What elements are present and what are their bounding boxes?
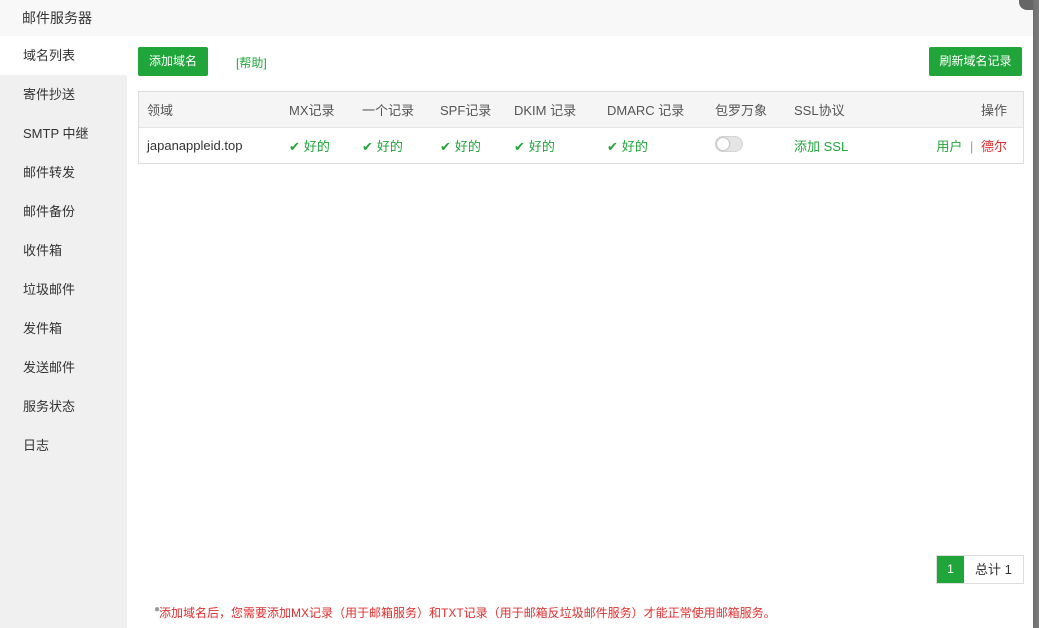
col-a: 一个记录 (362, 103, 415, 118)
mx-status: ✔ 好的 (289, 136, 362, 155)
row-actions: 用户 | 德尔 (894, 136, 1007, 155)
spf-status: ✔ 好的 (440, 136, 514, 155)
check-icon: ✔ (289, 139, 300, 154)
dmarc-status-text: 好的 (621, 139, 648, 154)
table-row: japanappleid.top ✔ 好的 ✔ 好的 ✔ 好的 ✔ 好的 ✔ 好的 添加 … (139, 128, 1023, 163)
col-domain: 领域 (147, 103, 174, 118)
sidebar-item-label: 邮件备份 (23, 204, 76, 219)
col-actions: 操作 (980, 103, 1007, 118)
sidebar-item-spam[interactable]: 垃圾邮件 (0, 270, 127, 309)
catchall-cell (715, 136, 794, 155)
total-count: 总计 1 (975, 562, 1012, 577)
sidebar: 域名列表 寄件抄送 SMTP 中继 邮件转发 邮件备份 收件箱 垃圾邮件 发件箱… (0, 36, 127, 628)
close-icon[interactable] (1019, 0, 1033, 10)
refresh-records-button[interactable]: 刷新域名记录 (929, 47, 1022, 76)
col-dmarc: DMARC 记录 (607, 103, 685, 118)
sidebar-item-cc[interactable]: 寄件抄送 (0, 75, 127, 114)
page-scrollbar[interactable] (1032, 0, 1039, 628)
dkim-status-text: 好的 (528, 139, 555, 154)
col-mx: MX记录 (289, 103, 335, 118)
user-link[interactable]: 用户 (936, 139, 962, 154)
mx-status-text: 好的 (303, 139, 330, 154)
sidebar-item-label: 日志 (23, 438, 50, 453)
check-icon: ✔ (440, 139, 451, 154)
help-note: ● 添加域名后，您需要添加MX记录（用于邮箱服务）和TXT记录（用于邮箱反垃圾邮… (154, 604, 776, 621)
sidebar-item-smtp-relay[interactable]: SMTP 中继 (0, 114, 127, 153)
domain-name: japanappleid.top (147, 138, 243, 153)
sidebar-item-label: 发送邮件 (23, 360, 76, 375)
modal-title: 邮件服务器 (22, 10, 92, 26)
sidebar-item-inbox[interactable]: 收件箱 (0, 231, 127, 270)
add-ssl-link[interactable]: 添加 SSL (794, 136, 894, 155)
a-status-text: 好的 (376, 139, 403, 154)
sidebar-item-label: 垃圾邮件 (23, 282, 76, 297)
mail-server-modal: 邮件服务器 域名列表 寄件抄送 SMTP 中继 邮件转发 邮件备份 收件箱 垃圾… (0, 0, 1033, 628)
sidebar-item-backup[interactable]: 邮件备份 (0, 192, 127, 231)
sidebar-item-label: 发件箱 (23, 321, 63, 336)
sidebar-item-forward[interactable]: 邮件转发 (0, 153, 127, 192)
help-note-text: 添加域名后，您需要添加MX记录（用于邮箱服务）和TXT记录（用于邮箱反垃圾邮件服… (159, 606, 776, 620)
action-separator: | (969, 139, 974, 154)
dmarc-status: ✔ 好的 (607, 136, 715, 155)
pagination: 1 总计 1 (936, 555, 1024, 584)
check-icon: ✔ (514, 139, 525, 154)
col-dkim: DKIM 记录 (514, 103, 577, 118)
add-domain-button[interactable]: 添加域名 (138, 47, 208, 76)
sidebar-item-label: 邮件转发 (23, 165, 76, 180)
sidebar-item-label: 寄件抄送 (23, 87, 76, 102)
page-number-button[interactable]: 1 (937, 556, 964, 583)
col-ssl: SSL协议 (794, 103, 845, 118)
sidebar-item-send-mail[interactable]: 发送邮件 (0, 348, 127, 387)
sidebar-item-label: 域名列表 (23, 48, 76, 63)
sidebar-item-outbox[interactable]: 发件箱 (0, 309, 127, 348)
sidebar-item-domain-list[interactable]: 域名列表 (0, 36, 127, 75)
delete-link[interactable]: 德尔 (981, 139, 1007, 154)
domain-table: 领域 MX记录 一个记录 SPF记录 DKIM 记录 DMARC 记录 包罗万象… (138, 91, 1024, 164)
table-header: 领域 MX记录 一个记录 SPF记录 DKIM 记录 DMARC 记录 包罗万象… (139, 92, 1023, 128)
a-status: ✔ 好的 (362, 136, 440, 155)
catchall-toggle[interactable] (715, 136, 743, 152)
sidebar-item-label: SMTP 中继 (23, 126, 89, 141)
check-icon: ✔ (362, 139, 373, 154)
sidebar-item-label: 收件箱 (23, 243, 63, 258)
col-spf: SPF记录 (440, 103, 492, 118)
dkim-status: ✔ 好的 (514, 136, 607, 155)
check-icon: ✔ (607, 139, 618, 154)
modal-header: 邮件服务器 (0, 0, 1033, 37)
toggle-knob (717, 138, 729, 150)
sidebar-item-service-status[interactable]: 服务状态 (0, 387, 127, 426)
sidebar-item-log[interactable]: 日志 (0, 426, 127, 465)
sidebar-item-label: 服务状态 (23, 399, 76, 414)
help-link[interactable]: [帮助] (236, 54, 267, 71)
spf-status-text: 好的 (454, 139, 481, 154)
col-catchall: 包罗万象 (715, 103, 768, 118)
bullet-icon: ● (154, 604, 161, 615)
